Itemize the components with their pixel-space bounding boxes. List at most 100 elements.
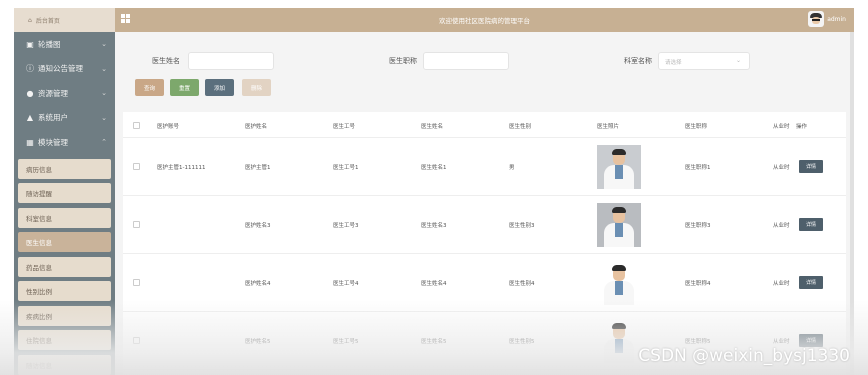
doctor-name-input[interactable] [188,52,274,70]
info-icon: ⓘ [26,64,34,74]
submenu-item[interactable]: 医生信息 [18,232,111,252]
table-cell-doctor: 医生姓名5 [421,339,447,345]
table-cell-gender: 医生性别4 [509,281,535,287]
column-header: 操作 [796,124,808,130]
table-cell-name: 医护姓名5 [245,339,271,345]
column-header: 医护姓名 [245,124,268,130]
column-header: 医生姓名 [421,124,444,130]
table-cell-name: 医护主管1 [245,165,271,171]
table-row[interactable]: 医护姓名3 医生工号3 医生姓名3 医生性别3 医生职称3 从业时 详情 [123,196,846,254]
table-header: 医护账号 医护姓名 医生工号 医生姓名 医生性别 医生照片 医生职称 从业时 操作 [123,112,846,138]
submenu-item[interactable]: 药品信息 [18,256,111,277]
sidebar: ⌂ 后台首页 ▣ 轮播图 ⌄ ⓘ 通知公告管理 ⌄ ● 资源管理 ⌄ ▲ 系统用户 ⌄ ▦ 模块管理 ⌃ 病… [14,8,115,375]
table-cell-years: 从业时 [773,223,790,229]
select-all-checkbox[interactable] [133,122,140,129]
submenu-item[interactable]: 随访信息 [18,354,111,375]
submenu-item[interactable]: 性别比例 [18,281,111,301]
watermark: CSDN @weixin_bysj1330 [638,346,850,366]
page-title: 欢迎使用社区医院病的管理平台 [439,17,530,25]
module-icon: ▦ [26,137,34,147]
username[interactable]: admin [827,16,846,23]
submenu-item[interactable]: 科室信息 [18,207,111,228]
chevron-down-icon: ⌄ [101,113,107,122]
doctor-photo [597,203,641,247]
table-cell-gender: 医生性别5 [509,339,535,345]
home-icon: ⌂ [28,16,32,24]
column-header: 医生照片 [597,124,620,130]
user-icon: ▲ [26,113,34,123]
detail-button[interactable]: 详情 [799,276,823,289]
detail-button[interactable]: 详情 [799,160,823,173]
sidebar-item-label: 系统用户 [38,113,68,123]
table-row[interactable]: 医护主管1-111111 医护主管1 医生工号1 医生姓名1 男 医生职称1 从业时 详情 [123,138,846,196]
sidebar-item-2[interactable]: ● 资源管理 ⌄ [14,81,115,106]
reset-button[interactable]: 重置 [170,79,199,96]
submenu-item[interactable]: 疾病比例 [18,305,111,326]
row-checkbox[interactable] [133,279,140,286]
sidebar-item-1[interactable]: ⓘ 通知公告管理 ⌄ [14,57,115,82]
table-cell-title: 医生职称1 [685,165,711,171]
chevron-down-icon: ⌄ [101,89,107,98]
doctor-title-input[interactable] [423,52,509,70]
table-cell-doctor: 医生姓名3 [421,223,447,229]
main-content: 医生姓名 医生职称 科室名称 请选择 ⌄ 查询 重置 添加 删除 医护账号医护姓… [115,32,854,375]
avatar[interactable] [808,11,824,27]
chevron-down-icon: ⌄ [735,57,741,64]
chevron-down-icon: ⌄ [101,40,107,49]
table-cell-no: 医生工号5 [333,339,359,345]
sidebar-item-label: 资源管理 [38,88,68,98]
department-label: 科室名称 [624,57,652,65]
doctor-photo [597,261,641,305]
table-cell-no: 医生工号4 [333,281,359,287]
sidebar-item-label: 模块管理 [38,137,68,147]
sidebar-item-label: 通知公告管理 [38,64,83,74]
row-checkbox[interactable] [133,163,140,170]
submenu-item[interactable]: 住院信息 [18,330,111,350]
column-header: 医生工号 [333,124,356,130]
department-select-placeholder: 请选择 [665,60,682,66]
sidebar-item-3[interactable]: ▲ 系统用户 ⌄ [14,106,115,131]
detail-button[interactable]: 详情 [799,218,823,231]
submenu-item[interactable]: 随访提醒 [18,183,111,203]
table-cell-years: 从业时 [773,165,790,171]
sidebar-item-4[interactable]: ▦ 模块管理 ⌃ [14,130,115,155]
table-cell-account: 医护主管1-111111 [157,165,206,171]
sidebar-home-label: 后台首页 [35,17,60,25]
module-submenu: 病历信息随访提醒科室信息医生信息药品信息性别比例疾病比例住院信息随访信息 [14,155,115,375]
table-cell-name: 医护姓名4 [245,281,271,287]
table-cell-gender: 男 [509,165,515,171]
search-bar: 医生姓名 医生职称 科室名称 请选择 ⌄ [115,52,854,72]
doctor-photo [597,319,641,363]
table-cell-years: 从业时 [773,281,790,287]
table-cell-title: 医生职称4 [685,281,711,287]
delete-button[interactable]: 删除 [242,79,271,96]
sidebar-item-0[interactable]: ▣ 轮播图 ⌄ [14,32,115,57]
top-header: 欢迎使用社区医院病的管理平台 admin [115,8,854,32]
table-cell-gender: 医生性别3 [509,223,535,229]
doctor-photo [597,145,641,189]
row-checkbox[interactable] [133,337,140,344]
column-header: 医生性别 [509,124,532,130]
doctor-table: 医护账号 医护姓名 医生工号 医生姓名 医生性别 医生照片 医生职称从业时 操作 医护主管1-… [123,112,846,375]
scrollbar[interactable] [850,32,854,375]
column-header: 医生职称 [685,124,708,130]
table-cell-doctor: 医生姓名1 [421,165,447,171]
query-button[interactable]: 查询 [135,79,164,96]
add-button[interactable]: 添加 [205,79,234,96]
submenu-item[interactable]: 病历信息 [18,158,111,179]
carousel-icon: ▣ [26,39,34,49]
chevron-down-icon: ⌄ [101,64,107,73]
table-row[interactable]: 医护姓名4 医生工号4 医生姓名4 医生性别4 医生职称4 从业时 详情 [123,254,846,312]
column-header: 医护账号 [157,124,180,130]
sidebar-home-link[interactable]: ⌂ 后台首页 [14,8,115,32]
doctor-title-label: 医生职称 [389,57,417,65]
table-cell-doctor: 医生姓名4 [421,281,447,287]
row-checkbox[interactable] [133,221,140,228]
table-cell-no: 医生工号1 [333,165,359,171]
department-select[interactable]: 请选择 ⌄ [658,52,750,70]
chevron-up-icon: ⌃ [101,138,107,147]
resource-icon: ● [26,88,34,98]
sidebar-item-label: 轮播图 [38,39,61,49]
table-cell-title: 医生职称5 [685,339,711,345]
doctor-name-label: 医生姓名 [152,57,180,65]
